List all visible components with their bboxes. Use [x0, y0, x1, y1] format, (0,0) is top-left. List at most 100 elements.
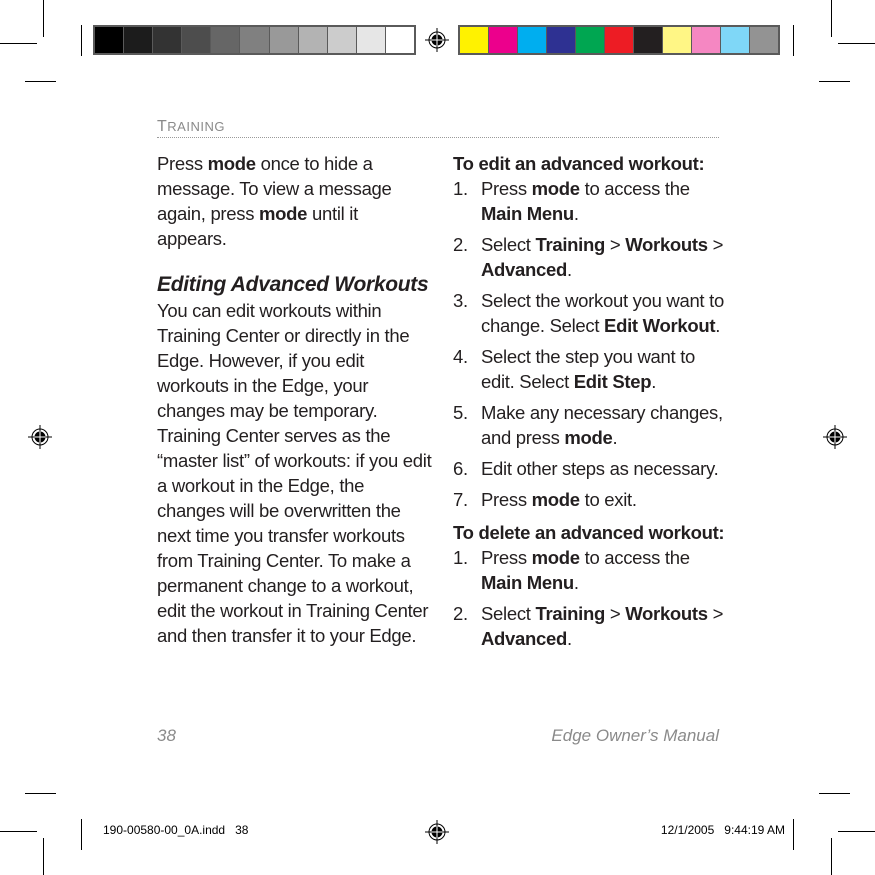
procedure-title: To edit an advanced workout:	[453, 153, 705, 174]
text-run: to exit.	[579, 489, 637, 510]
bold-term: Edit Step	[573, 371, 652, 392]
text-run: Select	[481, 603, 536, 624]
bold-term: Advanced	[481, 259, 568, 280]
procedure-step: 2. Select Training > Workouts > Advanced.	[453, 232, 728, 282]
step-number: 1.	[453, 547, 468, 568]
bold-term: Workouts	[625, 234, 708, 255]
color-swatch	[576, 27, 605, 53]
crop-mark	[43, 838, 44, 875]
text-run: >	[707, 234, 724, 255]
color-swatch	[460, 27, 489, 53]
text-run: Press	[481, 489, 532, 510]
bold-term: Workouts	[625, 603, 708, 624]
bold-term: Edit Workout	[604, 315, 716, 336]
header-dotted-rule	[157, 137, 719, 138]
text-run: .	[715, 315, 721, 336]
grayscale-color-bar	[93, 25, 416, 55]
crop-mark	[793, 819, 794, 850]
step-number: 3.	[453, 290, 468, 311]
procedure-step: 3. Select the workout you want to change.…	[453, 288, 728, 338]
text-run: Edit other steps as necessary.	[481, 458, 719, 479]
section-heading: Editing Advanced Workouts	[157, 273, 429, 296]
step-number: 6.	[453, 458, 468, 479]
color-swatch	[240, 27, 270, 53]
section-header-rest: RAINING	[167, 119, 225, 134]
body-paragraph: You can edit workouts within Training Ce…	[157, 300, 432, 646]
registration-mark-icon	[28, 425, 52, 449]
color-swatch	[211, 27, 241, 53]
color-swatch	[182, 27, 212, 53]
color-swatch	[663, 27, 692, 53]
procedure-step: 5. Make any necessary changes, and press …	[453, 400, 728, 450]
bold-term: mode	[207, 153, 256, 174]
text-run: Press	[481, 547, 532, 568]
text-run: .	[567, 628, 572, 649]
color-swatch	[153, 27, 183, 53]
text-run: Press	[157, 153, 208, 174]
procedure-step: 6. Edit other steps as necessary.	[453, 456, 728, 481]
text-run: to access the	[579, 178, 690, 199]
crop-mark	[831, 0, 832, 37]
crop-mark	[819, 81, 850, 82]
procedure-title: To delete an advanced workout:	[453, 522, 725, 543]
color-swatch	[327, 27, 357, 53]
color-swatch	[547, 27, 576, 53]
text-run: .	[573, 572, 579, 593]
step-number: 2.	[453, 234, 468, 255]
crop-mark	[838, 831, 875, 832]
manual-title: Edge Owner’s Manual	[551, 726, 719, 745]
procedure-step: 1. Press mode to access the Main Menu.	[453, 545, 728, 595]
bold-term: Main Menu	[481, 572, 574, 593]
crop-mark	[831, 838, 832, 875]
color-swatch	[298, 27, 328, 53]
crop-mark	[819, 793, 850, 794]
procedure-step: 2. Select Training > Workouts > Advanced.	[453, 601, 728, 651]
bold-term: mode	[531, 178, 580, 199]
color-swatch	[356, 27, 386, 53]
process-color-bar	[458, 25, 780, 55]
bold-term: Advanced	[481, 628, 568, 649]
text-run: >	[605, 603, 626, 624]
color-swatch	[692, 27, 721, 53]
intro-paragraph: Press mode once to hide a message. To vi…	[157, 151, 432, 251]
bold-term: Training	[535, 234, 606, 255]
procedure-steps: 1. Press mode to access the Main Menu. 2. S…	[453, 545, 728, 651]
procedure-step: 7. Press mode to exit.	[453, 487, 728, 512]
bold-term: Training	[535, 603, 606, 624]
right-column: To edit an advanced workout: 1. Press mode…	[453, 151, 728, 657]
color-swatch	[750, 27, 778, 53]
text-run: to access the	[579, 547, 690, 568]
registration-mark-icon	[425, 28, 449, 52]
color-swatch	[95, 27, 125, 53]
crop-mark	[0, 831, 37, 832]
step-number: 2.	[453, 603, 468, 624]
slug-divider	[81, 819, 82, 850]
color-swatch	[124, 27, 154, 53]
bold-term: mode	[564, 427, 613, 448]
bold-term: mode	[531, 547, 580, 568]
procedure-steps: 1. Press mode to access the Main Menu. 2. S…	[453, 176, 728, 512]
section-header: TRAINING	[157, 118, 225, 136]
crop-mark	[793, 25, 794, 56]
color-swatch	[518, 27, 547, 53]
text-run: Select	[481, 234, 536, 255]
step-number: 1.	[453, 178, 468, 199]
color-swatch	[721, 27, 750, 53]
color-swatch	[269, 27, 299, 53]
color-swatch	[385, 27, 415, 53]
bold-term: mode	[531, 489, 580, 510]
crop-mark	[25, 793, 56, 794]
step-number: 4.	[453, 346, 468, 367]
crop-mark	[838, 43, 875, 44]
text-run: >	[707, 603, 724, 624]
left-column: Press mode once to hide a message. To vi…	[157, 151, 432, 648]
step-number: 7.	[453, 489, 468, 510]
registration-mark-icon	[425, 820, 449, 844]
color-swatch	[605, 27, 634, 53]
crop-mark	[43, 0, 44, 37]
text-run: Press	[481, 178, 532, 199]
text-run: .	[651, 371, 657, 392]
bold-term: mode	[259, 203, 308, 224]
section-header-initial: T	[157, 118, 168, 135]
text-run: .	[573, 203, 579, 224]
